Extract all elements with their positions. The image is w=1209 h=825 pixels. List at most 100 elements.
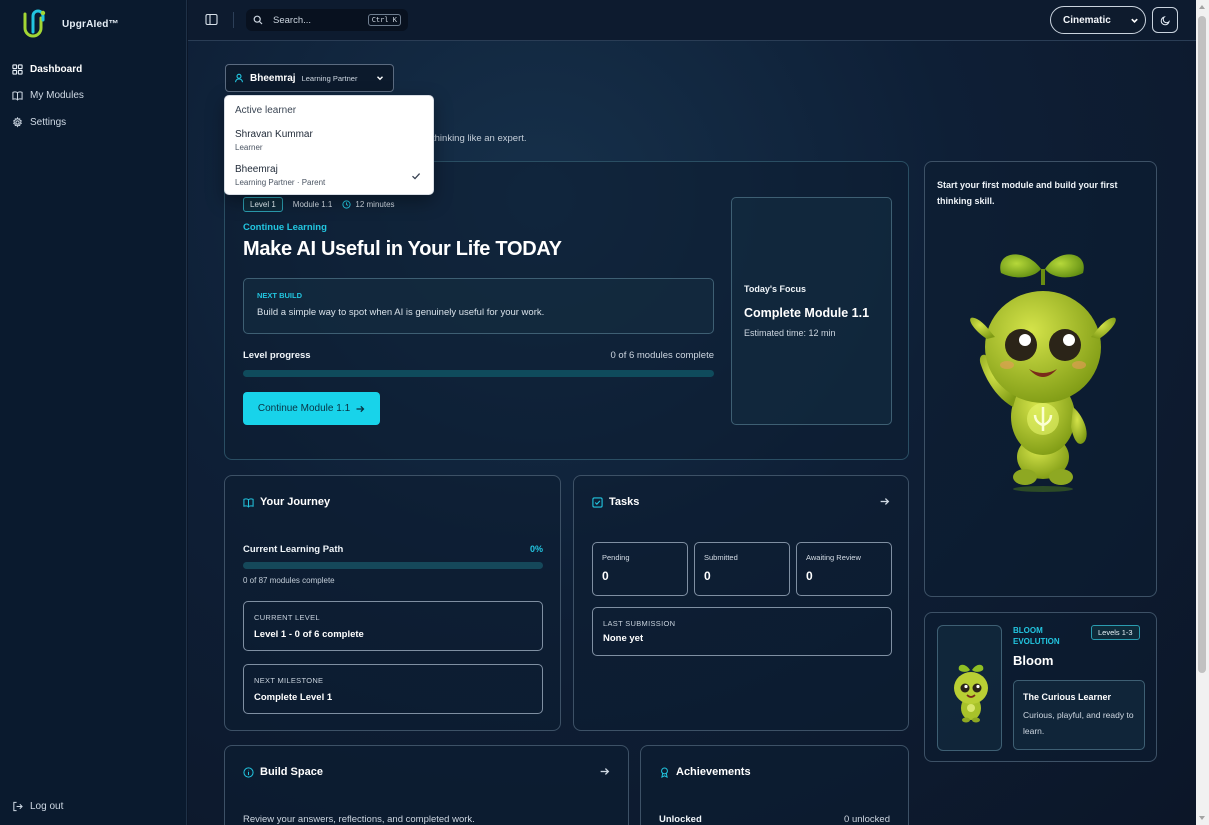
module-title: Make AI Useful in Your Life TODAY bbox=[243, 238, 562, 260]
learner-option-name: Shravan Kummar bbox=[235, 129, 313, 140]
next-milestone-value: Complete Level 1 bbox=[254, 692, 333, 703]
current-level-value: Level 1 - 0 of 6 complete bbox=[254, 629, 364, 640]
module-id: Module 1.1 bbox=[292, 200, 333, 209]
sidebar-item-settings[interactable]: Settings bbox=[12, 109, 177, 136]
dropdown-header: Active learner bbox=[235, 105, 297, 116]
info-circle-icon bbox=[243, 766, 254, 778]
sidebar-toggle-icon[interactable] bbox=[205, 13, 218, 26]
logout-icon bbox=[13, 801, 23, 812]
next-build-label: NEXT BUILD bbox=[257, 291, 302, 300]
stat-label: Pending bbox=[602, 553, 630, 562]
sidebar-item-my-modules[interactable]: My Modules bbox=[12, 83, 177, 110]
next-build-text: Build a simple way to spot when AI is ge… bbox=[257, 307, 545, 318]
your-journey-card: Your Journey Current Learning Path 0% 0 … bbox=[224, 475, 561, 731]
submitted-stat[interactable]: Submitted 0 bbox=[694, 542, 790, 596]
todays-focus-time: Estimated time: 12 min bbox=[744, 328, 836, 338]
continue-module-label: Continue Module 1.1 bbox=[257, 403, 351, 414]
pending-stat[interactable]: Pending 0 bbox=[592, 542, 688, 596]
learner-option-shravan[interactable]: Shravan Kummar Learner bbox=[225, 129, 433, 161]
learner-dropdown-menu: Active learner Shravan Kummar Learner Bh… bbox=[224, 95, 434, 195]
next-build-box: NEXT BUILD Build a simple way to spot wh… bbox=[243, 278, 714, 334]
awaiting-review-stat[interactable]: Awaiting Review 0 bbox=[796, 542, 892, 596]
award-icon bbox=[661, 767, 668, 778]
continue-learning-card: Level 1 Module 1.1 12 minutes Continue L… bbox=[224, 161, 909, 460]
scroll-down-arrow-icon[interactable] bbox=[1199, 816, 1205, 820]
last-submission-box: LAST SUBMISSION None yet bbox=[592, 607, 892, 656]
build-space-header: Build Space bbox=[243, 766, 323, 778]
page-subtitle: thinking like an expert. bbox=[432, 133, 527, 144]
bloom-mascot-illustration bbox=[970, 254, 1116, 492]
build-space-title: Build Space bbox=[260, 766, 323, 778]
bloom-mascot-thumbnail bbox=[954, 664, 988, 723]
sidebar-nav: Dashboard My Modules Settings bbox=[12, 56, 177, 136]
brand-logo[interactable]: UpgrAIed™ bbox=[20, 8, 119, 40]
stat-label: Awaiting Review bbox=[806, 553, 861, 562]
dashboard-grid-icon bbox=[12, 64, 23, 75]
bloom-stage-title: The Curious Learner bbox=[1023, 692, 1112, 702]
bloom-evolution-card: BLOOM EVOLUTION Levels 1-3 Bloom The Cur… bbox=[924, 612, 1157, 762]
todays-focus-title: Complete Module 1.1 bbox=[744, 306, 870, 320]
arrow-right-icon[interactable] bbox=[879, 496, 890, 507]
arrow-right-icon bbox=[356, 405, 365, 412]
continue-module-button[interactable]: Continue Module 1.1 bbox=[243, 392, 380, 425]
level-progress-label: Level progress bbox=[243, 350, 311, 361]
chevron-down-icon bbox=[1131, 18, 1138, 23]
dark-mode-toggle[interactable] bbox=[1152, 7, 1178, 33]
gear-icon bbox=[13, 116, 22, 128]
learner-option-bheemraj[interactable]: Bheemraj Learning Partner · Parent bbox=[225, 164, 433, 196]
bloom-evolution-label: BLOOM EVOLUTION bbox=[1013, 626, 1060, 646]
arrow-right-icon[interactable] bbox=[599, 766, 610, 777]
bloom-levels-badge: Levels 1-3 bbox=[1091, 625, 1140, 640]
achievements-header: Achievements bbox=[659, 766, 751, 778]
brand-name: UpgrAIed™ bbox=[62, 18, 119, 30]
sidebar: UpgrAIed™ Dashboard My Modules Settings bbox=[0, 0, 187, 825]
learner-switcher[interactable]: Bheemraj Learning Partner bbox=[225, 64, 394, 92]
bloom-stage-desc: Curious, playful, and ready to learn. bbox=[1023, 710, 1134, 736]
build-space-desc: Review your answers, reflections, and co… bbox=[243, 814, 475, 825]
build-space-card: Build Space Review your answers, reflect… bbox=[224, 745, 629, 825]
bloom-name: Bloom bbox=[1013, 653, 1054, 668]
logout-label: Log out bbox=[30, 801, 64, 812]
search-shortcut-badge: Ctrl K bbox=[367, 14, 401, 26]
chevron-down-icon bbox=[377, 76, 383, 81]
bloom-stage-box: The Curious Learner Curious, playful, an… bbox=[1013, 680, 1145, 750]
logout-button[interactable]: Log out bbox=[12, 801, 63, 812]
module-meta: Level 1 Module 1.1 12 minutes bbox=[243, 197, 395, 212]
todays-focus-label: Today's Focus bbox=[744, 284, 806, 294]
duration-text: 12 minutes bbox=[355, 199, 395, 209]
stat-label: Submitted bbox=[704, 553, 738, 562]
theme-select[interactable]: Cinematic bbox=[1050, 6, 1146, 34]
sidebar-item-dashboard[interactable]: Dashboard bbox=[12, 56, 177, 83]
level-progress-count: 0 of 6 modules complete bbox=[610, 350, 714, 361]
user-icon bbox=[234, 73, 244, 83]
journey-title: Your Journey bbox=[260, 496, 331, 508]
last-submission-value: None yet bbox=[603, 633, 644, 644]
duration: 12 minutes bbox=[342, 199, 395, 209]
stat-value: 0 bbox=[602, 569, 609, 583]
scroll-up-arrow-icon[interactable] bbox=[1199, 5, 1205, 9]
logo-icon bbox=[23, 9, 46, 38]
sidebar-item-label: Dashboard bbox=[30, 63, 83, 75]
next-milestone-label: NEXT MILESTONE bbox=[254, 676, 324, 685]
learner-role: Learning Partner bbox=[301, 73, 358, 83]
mascot-card: Start your first module and build your f… bbox=[924, 161, 1157, 597]
search-placeholder: Search... bbox=[273, 14, 312, 26]
scrollbar-thumb[interactable] bbox=[1198, 16, 1206, 673]
topbar: Search... Ctrl K Cinematic bbox=[188, 0, 1196, 41]
clock-icon bbox=[342, 200, 351, 209]
moon-icon bbox=[1160, 15, 1170, 25]
next-milestone-box: NEXT MILESTONE Complete Level 1 bbox=[243, 664, 543, 714]
learning-path-label: Current Learning Path bbox=[243, 544, 344, 555]
learner-option-role: Learner bbox=[235, 143, 263, 152]
search-icon bbox=[253, 15, 263, 25]
tasks-card: Tasks Pending 0 Submitted 0 Awaiting Rev… bbox=[573, 475, 909, 731]
topbar-divider bbox=[233, 12, 234, 28]
tasks-title: Tasks bbox=[609, 496, 640, 508]
sidebar-item-label: Settings bbox=[30, 116, 67, 128]
todays-focus-box: Today's Focus Complete Module 1.1 Estima… bbox=[731, 197, 892, 425]
level-badge: Level 1 bbox=[243, 197, 283, 212]
search-input[interactable]: Search... Ctrl K bbox=[246, 9, 408, 31]
page-scrollbar[interactable] bbox=[1196, 0, 1209, 825]
journey-header: Your Journey bbox=[243, 496, 330, 508]
unlocked-label: Unlocked bbox=[659, 814, 702, 825]
